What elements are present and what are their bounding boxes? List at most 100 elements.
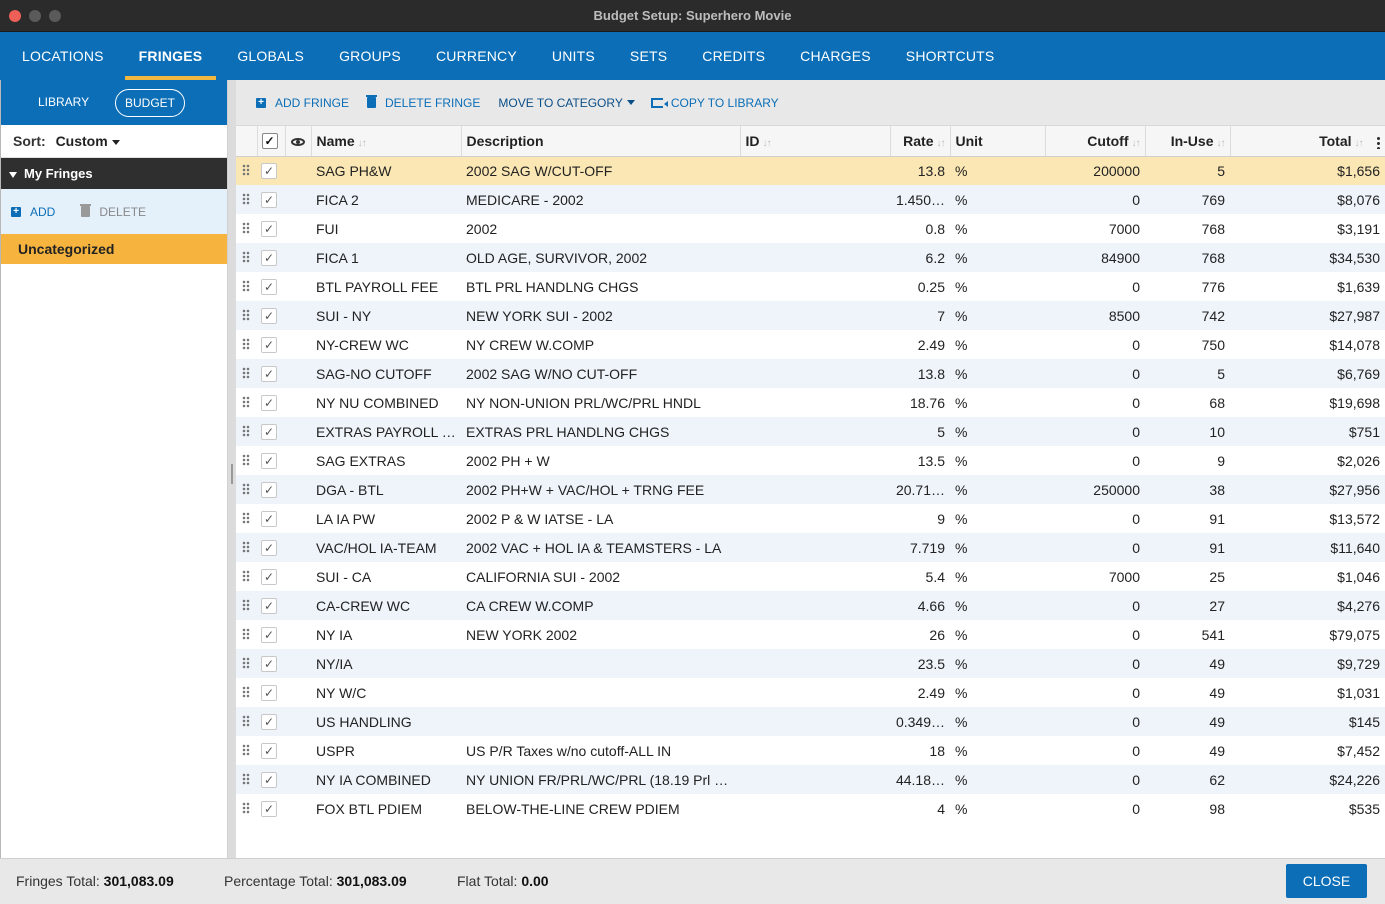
cell-description[interactable]: 2002 P & W IATSE - LA: [461, 504, 740, 533]
cell-total[interactable]: $535: [1230, 794, 1385, 823]
cell-rate[interactable]: 13.8: [890, 359, 950, 388]
cell-total[interactable]: $79,075: [1230, 620, 1385, 649]
cell-unit[interactable]: %: [950, 272, 1045, 301]
visibility-cell[interactable]: [285, 243, 311, 272]
tab-globals[interactable]: GLOBALS: [223, 32, 318, 80]
cell-cutoff[interactable]: 0: [1045, 359, 1145, 388]
cell-inuse[interactable]: 5: [1145, 359, 1230, 388]
row-checkbox[interactable]: ✓: [261, 743, 277, 759]
cell-inuse[interactable]: 91: [1145, 533, 1230, 562]
drag-handle-icon[interactable]: [242, 250, 250, 263]
visibility-cell[interactable]: [285, 301, 311, 330]
visibility-cell[interactable]: [285, 794, 311, 823]
cell-total[interactable]: $751: [1230, 417, 1385, 446]
cell-total[interactable]: $11,640: [1230, 533, 1385, 562]
table-row[interactable]: ✓ FOX BTL PDIEM BELOW-THE-LINE CREW PDIEM 4…: [236, 794, 1385, 823]
cell-id[interactable]: [740, 562, 890, 591]
column-header-id[interactable]: ID ↓↑: [740, 126, 891, 157]
cell-cutoff[interactable]: 0: [1045, 620, 1145, 649]
cell-name[interactable]: FICA 1: [311, 243, 461, 272]
cell-id[interactable]: [740, 214, 890, 243]
drag-handle-cell[interactable]: [236, 359, 257, 388]
table-row[interactable]: ✓ SAG-NO CUTOFF 2002 SAG W/NO CUT-OFF 13.8%…: [236, 359, 1385, 388]
table-row[interactable]: ✓ NY W/C 2.49% 0 49 $1,031: [236, 678, 1385, 707]
cell-total[interactable]: $4,276: [1230, 591, 1385, 620]
cell-cutoff[interactable]: 0: [1045, 446, 1145, 475]
cell-name[interactable]: SAG-NO CUTOFF: [311, 359, 461, 388]
cell-inuse[interactable]: 49: [1145, 707, 1230, 736]
cell-description[interactable]: 2002: [461, 214, 740, 243]
cell-name[interactable]: US HANDLING: [311, 707, 461, 736]
drag-handle-icon[interactable]: [242, 163, 250, 176]
cell-rate[interactable]: 23.5: [890, 649, 950, 678]
cell-cutoff[interactable]: 0: [1045, 272, 1145, 301]
table-row[interactable]: ✓ US HANDLING 0.349…% 0 49 $145: [236, 707, 1385, 736]
cell-unit[interactable]: %: [950, 765, 1045, 794]
drag-handle-icon[interactable]: [242, 627, 250, 640]
cell-description[interactable]: 2002 PH + W: [461, 446, 740, 475]
cell-id[interactable]: [740, 504, 890, 533]
cell-inuse[interactable]: 768: [1145, 243, 1230, 272]
cell-name[interactable]: NY IA COMBINED: [311, 765, 461, 794]
table-row[interactable]: ✓ LA IA PW 2002 P & W IATSE - LA 9% 0 91 $13,5…: [236, 504, 1385, 533]
cell-inuse[interactable]: 49: [1145, 678, 1230, 707]
cell-cutoff[interactable]: 0: [1045, 678, 1145, 707]
visibility-cell[interactable]: [285, 417, 311, 446]
table-row[interactable]: ✓ CA-CREW WC CA CREW W.COMP 4.66% 0 27 $4,276: [236, 591, 1385, 620]
visibility-cell[interactable]: [285, 649, 311, 678]
cell-description[interactable]: EXTRAS PRL HANDLNG CHGS: [461, 417, 740, 446]
cell-cutoff[interactable]: 0: [1045, 388, 1145, 417]
cell-description[interactable]: NY NON-UNION PRL/WC/PRL HNDL: [461, 388, 740, 417]
cell-inuse[interactable]: 98: [1145, 794, 1230, 823]
table-row[interactable]: ✓ NY/IA 23.5% 0 49 $9,729: [236, 649, 1385, 678]
cell-inuse[interactable]: 25: [1145, 562, 1230, 591]
drag-handle-cell[interactable]: [236, 156, 257, 185]
cell-id[interactable]: [740, 707, 890, 736]
cell-cutoff[interactable]: 250000: [1045, 475, 1145, 504]
cell-total[interactable]: $1,639: [1230, 272, 1385, 301]
cell-inuse[interactable]: 769: [1145, 185, 1230, 214]
sort-dropdown[interactable]: Custom: [50, 133, 120, 149]
cell-name[interactable]: NY W/C: [311, 678, 461, 707]
cell-id[interactable]: [740, 243, 890, 272]
cell-inuse[interactable]: 91: [1145, 504, 1230, 533]
column-header-name[interactable]: Name ↓↑: [311, 126, 462, 157]
cell-id[interactable]: [740, 272, 890, 301]
column-header-description[interactable]: Description: [461, 126, 741, 157]
cell-inuse[interactable]: 768: [1145, 214, 1230, 243]
table-row[interactable]: ✓ USPR US P/R Taxes w/no cutoff-ALL IN 18% 0…: [236, 736, 1385, 765]
table-row[interactable]: ✓ SAG PH&W 2002 SAG W/CUT-OFF 13.8% 200000 5 $…: [236, 156, 1385, 185]
drag-handle-icon[interactable]: [242, 540, 250, 553]
cell-id[interactable]: [740, 359, 890, 388]
visibility-cell[interactable]: [285, 736, 311, 765]
cell-name[interactable]: NY NU COMBINED: [311, 388, 461, 417]
cell-inuse[interactable]: 9: [1145, 446, 1230, 475]
cell-unit[interactable]: %: [950, 794, 1045, 823]
visibility-cell[interactable]: [285, 359, 311, 388]
table-row[interactable]: ✓ VAC/HOL IA-TEAM 2002 VAC + HOL IA & TEAM…: [236, 533, 1385, 562]
cell-inuse[interactable]: 68: [1145, 388, 1230, 417]
cell-name[interactable]: DGA - BTL: [311, 475, 461, 504]
cell-total[interactable]: $9,729: [1230, 649, 1385, 678]
cell-inuse[interactable]: 27: [1145, 591, 1230, 620]
cell-unit[interactable]: %: [950, 678, 1045, 707]
add-category-button[interactable]: + ADD: [11, 205, 55, 219]
cell-id[interactable]: [740, 736, 890, 765]
cell-name[interactable]: FOX BTL PDIEM: [311, 794, 461, 823]
cell-cutoff[interactable]: 0: [1045, 533, 1145, 562]
drag-handle-cell[interactable]: [236, 272, 257, 301]
table-row[interactable]: ✓ NY IA NEW YORK 2002 26% 0 541 $79,075: [236, 620, 1385, 649]
tab-locations[interactable]: LOCATIONS: [8, 32, 118, 80]
row-checkbox[interactable]: ✓: [261, 395, 277, 411]
cell-rate[interactable]: 13.8: [890, 156, 950, 185]
cell-name[interactable]: CA-CREW WC: [311, 591, 461, 620]
cell-unit[interactable]: %: [950, 504, 1045, 533]
row-checkbox[interactable]: ✓: [261, 279, 277, 295]
tab-charges[interactable]: CHARGES: [786, 32, 885, 80]
cell-inuse[interactable]: 49: [1145, 736, 1230, 765]
drag-handle-icon[interactable]: [242, 453, 250, 466]
cell-inuse[interactable]: 38: [1145, 475, 1230, 504]
column-header-unit[interactable]: Unit: [950, 126, 1046, 157]
drag-handle-cell[interactable]: [236, 446, 257, 475]
drag-handle-cell[interactable]: [236, 591, 257, 620]
